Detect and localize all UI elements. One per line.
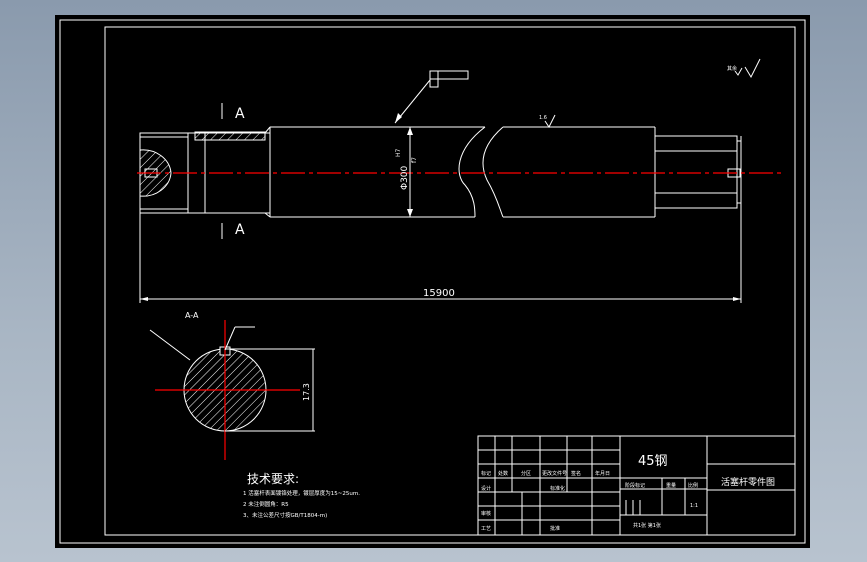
roughness-corner-label: 其余 bbox=[727, 65, 737, 72]
drawing-sheet: A A Φ300 H7 f7 1.6 其余 15900 A-A 17.3 技术要… bbox=[55, 15, 810, 548]
break-line-right bbox=[482, 126, 504, 218]
tech-heading: 技术要求: bbox=[247, 472, 299, 486]
tech-item-3: 3、未注公差尺寸按GB/T1804-m) bbox=[243, 511, 327, 519]
diameter-text: Φ300 bbox=[400, 165, 410, 190]
section-mark-top: A bbox=[221, 103, 245, 122]
diameter-dimension: Φ300 H7 f7 bbox=[395, 127, 418, 217]
label-date: 年月日 bbox=[595, 470, 610, 477]
label-approve: 批准 bbox=[550, 525, 560, 532]
right-end bbox=[654, 135, 738, 209]
section-view-label: A-A bbox=[185, 311, 199, 320]
section-label-bottom: A bbox=[235, 222, 245, 238]
outer-border bbox=[59, 19, 806, 544]
sheet-info: 共1张 第1张 bbox=[633, 522, 661, 529]
label-process: 工艺 bbox=[481, 526, 491, 532]
break-line-left bbox=[458, 126, 486, 218]
tech-item-2: 2 未注倒圆角：R5 bbox=[243, 500, 289, 508]
piston-rod-view bbox=[137, 126, 785, 218]
label-weight: 重量 bbox=[666, 482, 676, 489]
section-width: 17.3 bbox=[302, 383, 311, 401]
diameter-tolerance: f7 bbox=[411, 157, 418, 163]
material: 45钢 bbox=[638, 454, 668, 469]
roughness-corner-symbol: 其余 bbox=[727, 58, 761, 79]
label-mark: 标记 bbox=[481, 470, 491, 477]
section-view: A-A 17.3 bbox=[149, 311, 315, 460]
roughness-value: 1.6 bbox=[539, 115, 547, 121]
part-name: 活塞杆零件图 bbox=[721, 476, 775, 488]
section-mark-bottom: A bbox=[221, 222, 245, 239]
cad-drawing: A A Φ300 H7 f7 1.6 其余 15900 A-A 17.3 技术要… bbox=[59, 19, 806, 544]
geometric-tolerance bbox=[394, 70, 469, 124]
label-review: 审核 bbox=[481, 510, 491, 517]
inner-border bbox=[104, 26, 796, 536]
label-zone: 分区 bbox=[521, 470, 531, 477]
diameter-fit: H7 bbox=[395, 148, 402, 157]
label-standardization: 标准化 bbox=[550, 485, 565, 492]
tech-item-1: 1 活塞杆表面镀铬处理，镀层厚度为15~25um. bbox=[243, 489, 360, 497]
label-design: 设计 bbox=[481, 485, 491, 492]
label-scale: 比例 bbox=[688, 482, 698, 489]
title-block: 45钢 活塞杆零件图 标记 处数 分区 更改文件号 签名 年月日 设计 标准化 … bbox=[477, 435, 796, 536]
tech-requirements: 技术要求: 1 活塞杆表面镀铬处理，镀层厚度为15~25um. 2 未注倒圆角：… bbox=[243, 472, 360, 519]
label-stage: 阶段标记 bbox=[625, 482, 645, 489]
length-dimension: 15900 bbox=[139, 208, 742, 303]
section-label-top: A bbox=[235, 106, 245, 122]
roughness-symbol: 1.6 bbox=[539, 114, 556, 128]
scale-value: 1:1 bbox=[690, 503, 698, 509]
label-change-doc: 更改文件号 bbox=[542, 470, 567, 477]
overall-length: 15900 bbox=[423, 288, 455, 299]
label-signature: 签名 bbox=[571, 470, 581, 477]
label-count: 处数 bbox=[498, 470, 508, 477]
